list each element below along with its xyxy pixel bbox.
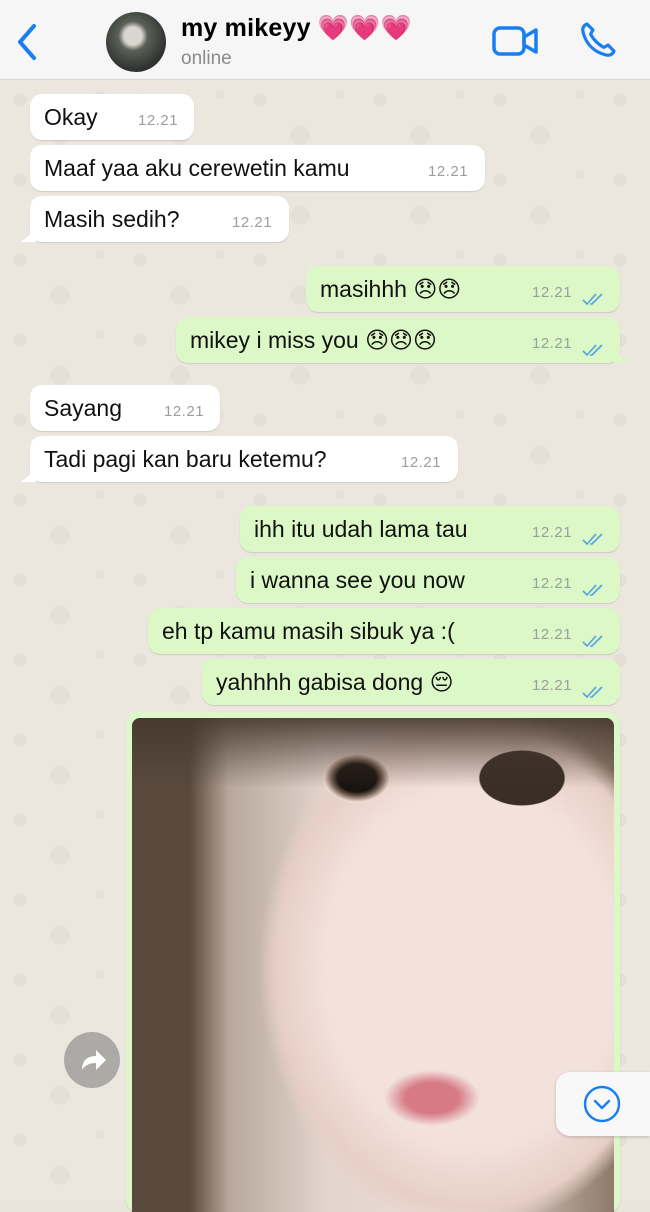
message-text: yahhhh gabisa dong 😔 <box>216 669 454 695</box>
message-outgoing[interactable]: i wanna see you now 12.21 <box>236 557 620 603</box>
message-text: Okay <box>44 104 98 130</box>
message-outgoing[interactable]: mikey i miss you 😞😞😞 12.21 <box>176 317 620 363</box>
voice-call-button[interactable] <box>578 20 618 60</box>
message-outgoing[interactable]: ihh itu udah lama tau 12.21 <box>240 506 620 552</box>
message-text: Tadi pagi kan baru ketemu? <box>44 446 327 472</box>
message-text: Sayang <box>44 395 123 421</box>
back-button[interactable] <box>10 20 46 64</box>
message-time: 12.21 <box>532 575 573 592</box>
forward-button[interactable] <box>64 1032 120 1088</box>
read-ticks-icon <box>582 533 603 546</box>
contact-avatar[interactable] <box>106 12 166 72</box>
contact-name[interactable]: my mikeyy 💗💗💗 <box>181 14 412 43</box>
message-time: 12.21 <box>532 677 573 694</box>
read-ticks-icon <box>582 635 603 648</box>
video-call-button[interactable] <box>492 24 538 58</box>
chevron-left-icon <box>18 24 36 60</box>
read-ticks-icon <box>582 293 603 306</box>
message-text: Masih sedih? <box>44 206 180 232</box>
message-time: 12.21 <box>138 112 179 129</box>
message-text: eh tp kamu masih sibuk ya :( <box>162 618 455 644</box>
message-incoming[interactable]: Masih sedih? 12.21 <box>30 196 289 242</box>
bubble-tail <box>20 466 36 482</box>
message-text: Maaf yaa aku cerewetin kamu <box>44 155 350 181</box>
message-time: 12.21 <box>532 284 573 301</box>
scroll-to-bottom-button[interactable] <box>556 1072 650 1136</box>
message-time: 12.21 <box>232 214 273 231</box>
message-time: 12.21 <box>532 524 573 541</box>
photo-message[interactable] <box>126 712 620 1212</box>
message-time: 12.21 <box>532 626 573 643</box>
message-outgoing[interactable]: eh tp kamu masih sibuk ya :( 12.21 <box>148 608 620 654</box>
message-time: 12.21 <box>532 335 573 352</box>
message-outgoing[interactable]: masihhh 😞😞 12.21 <box>306 266 620 312</box>
phone-icon <box>581 22 616 57</box>
read-ticks-icon <box>582 584 603 597</box>
chat-header: my mikeyy 💗💗💗 online <box>0 0 650 80</box>
bubble-tail <box>20 226 36 242</box>
message-text: i wanna see you now <box>250 567 465 593</box>
read-ticks-icon <box>582 344 603 357</box>
chevron-down-circle-icon <box>583 1085 621 1123</box>
read-ticks-icon <box>582 686 603 699</box>
message-time: 12.21 <box>428 163 469 180</box>
message-time: 12.21 <box>401 454 442 471</box>
message-text: masihhh 😞😞 <box>320 276 462 302</box>
message-incoming[interactable]: Maaf yaa aku cerewetin kamu 12.21 <box>30 145 485 191</box>
forward-icon <box>82 1050 106 1070</box>
message-text: mikey i miss you 😞😞😞 <box>190 327 438 353</box>
message-outgoing[interactable]: yahhhh gabisa dong 😔 12.21 <box>202 659 620 705</box>
message-incoming[interactable]: Sayang 12.21 <box>30 385 220 431</box>
message-time: 12.21 <box>164 403 205 420</box>
bubble-tail <box>614 347 630 363</box>
photo-image[interactable] <box>132 718 614 1212</box>
message-incoming[interactable]: Okay 12.21 <box>30 94 194 140</box>
contact-status: online <box>181 48 232 69</box>
message-incoming[interactable]: Tadi pagi kan baru ketemu? 12.21 <box>30 436 458 482</box>
message-text: ihh itu udah lama tau <box>254 516 468 542</box>
video-camera-icon <box>492 26 538 56</box>
photo-overlay <box>132 718 614 788</box>
